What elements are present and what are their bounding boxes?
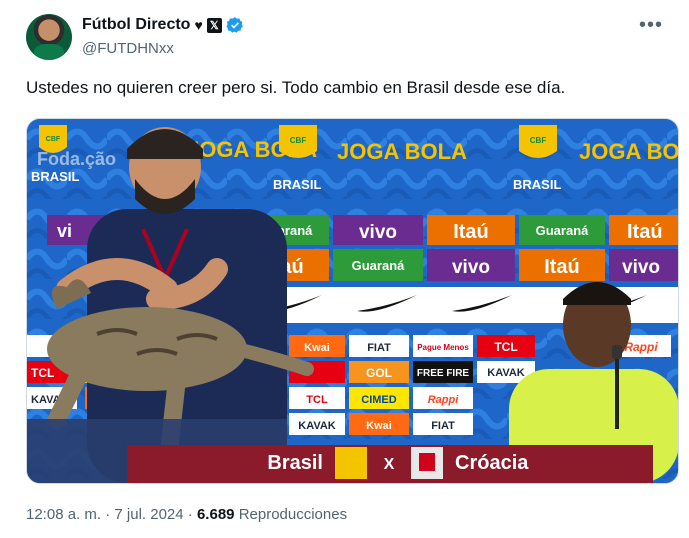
pague-menos: Pague Menos [417,343,469,352]
vivo-3: vivo [622,257,660,278]
joga-bola-2: JOGA BOLA [337,139,467,164]
banner-brasil: Brasil [267,452,323,474]
tcl-3: TCL [31,366,54,380]
banner-x: X [384,456,395,473]
banner-croacia: Cróacia [455,452,529,474]
rappi-1: Rappi [624,340,658,354]
separator-dot: · [105,506,111,523]
itau-4: Itaú [544,256,580,278]
joga-bola-3: JOGA BO [579,139,678,164]
heart-icon: ♥ [194,17,203,33]
rappi-2: Rappi [428,394,460,406]
cbf-label-3: CBF [530,136,547,145]
tweet-text: Ustedes no quieren creer pero si. Todo c… [26,78,566,97]
kwai-1: Kwai [304,342,330,354]
cimed-1: CIMED [361,394,397,406]
gol-1: GOL [366,366,392,380]
x-icon: 𝕏 [206,17,222,33]
itau-2: Itaú [627,221,663,243]
fiat-2: FIAT [431,420,455,432]
separator-dot: · [187,506,193,523]
svg-text:vi: vi [57,221,72,241]
kwai-2: Kwai [366,420,392,432]
verified-badge-icon [226,17,243,33]
itau-1: Itaú [453,221,489,243]
brasil-label-2: BRASIL [273,177,321,192]
guarana-2: Guaraná [536,223,590,238]
avatar[interactable] [26,14,72,60]
tcl-1: TCL [494,340,517,354]
author-name-row: Fútbol Directo ♥ 𝕏 [82,16,244,34]
press-conference-scene: CBF BRASIL JOGA BOLA CBF BRASIL JOGA BOL… [27,119,678,483]
tweet-media-image[interactable]: CBF BRASIL JOGA BOLA CBF BRASIL JOGA BOL… [26,118,679,484]
kavak-1: KAVAK [487,367,525,379]
brasil-label-1: BRASIL [31,169,79,184]
kavak-2: KAVAK [298,420,336,432]
view-count: 6.689 [196,506,235,523]
handle[interactable]: @FUTDHNxx [82,40,174,57]
tweet-time[interactable]: 12:08 a. m. [26,506,101,523]
tweet-meta: 12:08 a. m. · 7 jul. 2024 · 6.689 Reprod… [26,506,347,523]
watermark: Foda.ção [37,149,116,169]
more-icon[interactable]: ••• [639,14,663,37]
brasil-label-3: BRASIL [513,177,561,192]
view-label: Reproducciones [238,506,348,523]
display-name[interactable]: Fútbol Directo [82,16,190,34]
vivo-1: vivo [359,222,397,243]
guarana-3: Guaraná [352,258,406,273]
match-banner: Brasil X Cróacia [127,445,653,483]
cbf-label: CBF [46,136,61,143]
tweet-date[interactable]: 7 jul. 2024 [114,506,183,523]
fiat-1: FIAT [367,342,391,354]
freefire-1: FREE FIRE [417,368,470,379]
tcl-2: TCL [306,394,328,406]
cbf-label-2: CBF [290,136,307,145]
vivo-2: vivo [452,257,490,278]
